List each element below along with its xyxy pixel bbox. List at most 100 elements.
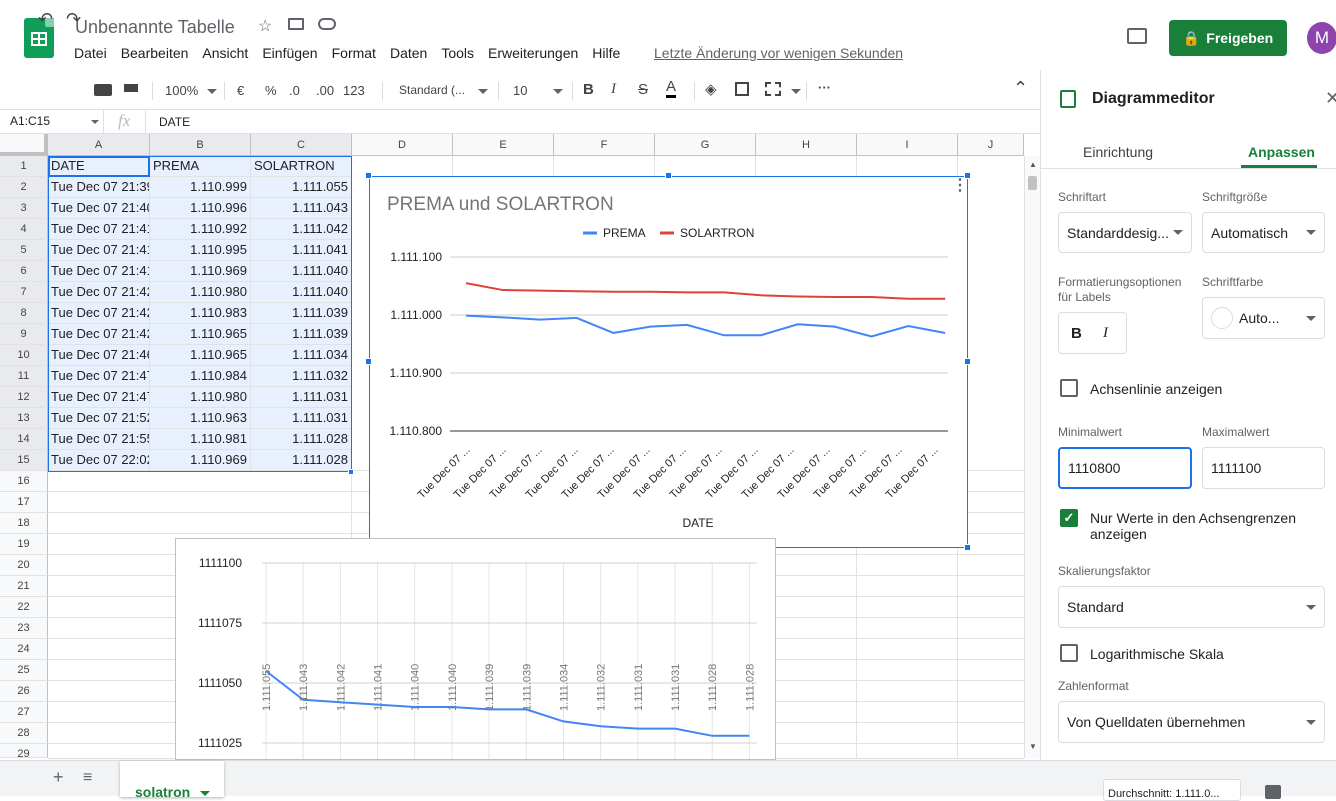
vertical-scroll-thumb[interactable] xyxy=(1028,176,1037,190)
text-color-icon[interactable]: A xyxy=(666,79,677,98)
chart-prema-solartron[interactable]: PREMA und SOLARTRON PREMA SOLARTRON 1.111.1… xyxy=(369,176,968,548)
cell-c5[interactable]: 1.111.041 xyxy=(251,240,352,261)
tab-einrichtung[interactable]: Einrichtung xyxy=(1083,144,1153,160)
cell-b3[interactable]: 1.110.996 xyxy=(150,198,251,219)
explore-icon[interactable] xyxy=(1265,785,1281,799)
cell-c6[interactable]: 1.111.040 xyxy=(251,261,352,282)
bold-icon[interactable]: B xyxy=(583,81,594,98)
column-header-g[interactable]: G xyxy=(655,134,756,156)
row-header-16[interactable]: 16 xyxy=(0,471,48,492)
resize-handle-r[interactable] xyxy=(964,358,971,365)
max-value-input[interactable]: 1111100 xyxy=(1202,447,1325,489)
document-title[interactable]: Unbenannte Tabelle xyxy=(75,17,235,38)
cell-c15[interactable]: 1.111.028 xyxy=(251,450,352,471)
cell-a7[interactable]: Tue Dec 07 21:42 xyxy=(48,282,150,303)
row-header-20[interactable]: 20 xyxy=(0,555,48,576)
sheet-tab-solatron[interactable]: solatron xyxy=(120,761,224,800)
cell-c8[interactable]: 1.111.039 xyxy=(251,303,352,324)
row-header-4[interactable]: 4 xyxy=(0,219,48,240)
row-header-24[interactable]: 24 xyxy=(0,639,48,660)
cell-b10[interactable]: 1.110.965 xyxy=(150,345,251,366)
font-size-select[interactable]: 10 xyxy=(513,83,527,98)
only-bounds-checkbox[interactable]: ✓ xyxy=(1060,509,1078,527)
menu-tools[interactable]: Tools xyxy=(441,45,474,61)
row-header-28[interactable]: 28 xyxy=(0,723,48,744)
italic-icon[interactable]: I xyxy=(611,81,616,98)
collapse-toolbar-icon[interactable]: ⌃ xyxy=(1013,78,1028,99)
row-header-2[interactable]: 2 xyxy=(0,177,48,198)
star-icon[interactable]: ☆ xyxy=(258,16,272,36)
menu-erweiterungen[interactable]: Erweiterungen xyxy=(488,45,578,61)
cell-a5[interactable]: Tue Dec 07 21:41 xyxy=(48,240,150,261)
scroll-up-icon[interactable]: ▲ xyxy=(1029,160,1037,169)
tab-anpassen[interactable]: Anpassen xyxy=(1248,144,1315,160)
vertical-scrollbar[interactable]: ▲ ▼ xyxy=(1024,156,1040,758)
row-header-18[interactable]: 18 xyxy=(0,513,48,534)
cell-a2[interactable]: Tue Dec 07 21:39 xyxy=(48,177,150,198)
row-header-15[interactable]: 15 xyxy=(0,450,48,471)
fill-color-icon[interactable]: ◈ xyxy=(705,80,717,98)
scroll-down-icon[interactable]: ▼ xyxy=(1029,742,1037,751)
column-header-d[interactable]: D xyxy=(352,134,453,156)
cell-c9[interactable]: 1.111.039 xyxy=(251,324,352,345)
redo-icon[interactable]: ↷ xyxy=(66,9,81,30)
row-header-23[interactable]: 23 xyxy=(0,618,48,639)
font-color-dropdown[interactable]: Auto... xyxy=(1202,297,1325,339)
add-sheet-icon[interactable]: + xyxy=(53,767,64,788)
cell-b7[interactable]: 1.110.980 xyxy=(150,282,251,303)
size-dropdown[interactable]: Automatisch xyxy=(1202,212,1325,253)
resize-handle-t[interactable] xyxy=(665,172,672,179)
cell-a14[interactable]: Tue Dec 07 21:55 xyxy=(48,429,150,450)
cell-a15[interactable]: Tue Dec 07 22:02 xyxy=(48,450,150,471)
row-header-3[interactable]: 3 xyxy=(0,198,48,219)
undo-icon[interactable]: ↶ xyxy=(38,9,53,30)
column-header-e[interactable]: E xyxy=(453,134,554,156)
cell-c12[interactable]: 1.111.031 xyxy=(251,387,352,408)
cell-c14[interactable]: 1.111.028 xyxy=(251,429,352,450)
row-header-25[interactable]: 25 xyxy=(0,660,48,681)
comment-history-icon[interactable] xyxy=(1127,28,1147,44)
last-edit-link[interactable]: Letzte Änderung vor wenigen Sekunden xyxy=(654,45,903,61)
cell-a11[interactable]: Tue Dec 07 21:47 xyxy=(48,366,150,387)
row-header-12[interactable]: 12 xyxy=(0,387,48,408)
column-header-b[interactable]: B xyxy=(150,134,251,156)
menu-datei[interactable]: Datei xyxy=(74,45,107,61)
cell-a8[interactable]: Tue Dec 07 21:42 xyxy=(48,303,150,324)
menu-hilfe[interactable]: Hilfe xyxy=(592,45,620,61)
min-value-input[interactable]: 1110800 xyxy=(1058,447,1192,489)
row-header-10[interactable]: 10 xyxy=(0,345,48,366)
italic-label-icon[interactable]: I xyxy=(1103,325,1108,342)
print-icon[interactable] xyxy=(94,84,112,96)
scale-dropdown[interactable]: Standard xyxy=(1058,586,1325,628)
cell-b13[interactable]: 1.110.963 xyxy=(150,408,251,429)
row-header-27[interactable]: 27 xyxy=(0,702,48,723)
log-scale-checkbox[interactable] xyxy=(1060,644,1078,662)
avatar[interactable]: M xyxy=(1307,22,1336,54)
close-icon[interactable]: ✕ xyxy=(1325,88,1336,109)
formula-input[interactable]: DATE xyxy=(159,115,190,129)
cell-b2[interactable]: 1.110.999 xyxy=(150,177,251,198)
row-header-9[interactable]: 9 xyxy=(0,324,48,345)
font-dropdown[interactable]: Standarddesig... xyxy=(1058,212,1192,253)
more-options-icon[interactable]: ··· xyxy=(818,80,831,95)
select-all-corner[interactable] xyxy=(0,134,48,156)
borders-icon[interactable] xyxy=(735,82,749,96)
cell-a6[interactable]: Tue Dec 07 21:41 xyxy=(48,261,150,282)
more-formats-button[interactable]: 123 xyxy=(343,83,365,98)
bold-label-icon[interactable]: B xyxy=(1071,325,1082,342)
name-box[interactable]: A1:C15 xyxy=(0,110,104,134)
cell-b15[interactable]: 1.110.969 xyxy=(150,450,251,471)
cell-c10[interactable]: 1.111.034 xyxy=(251,345,352,366)
resize-handle-l[interactable] xyxy=(365,358,372,365)
cell-a9[interactable]: Tue Dec 07 21:42 xyxy=(48,324,150,345)
row-header-11[interactable]: 11 xyxy=(0,366,48,387)
row-header-19[interactable]: 19 xyxy=(0,534,48,555)
zoom-select[interactable]: 100% xyxy=(165,83,198,98)
cell-c3[interactable]: 1.111.043 xyxy=(251,198,352,219)
row-header-1[interactable]: 1 xyxy=(0,156,48,177)
cell-a10[interactable]: Tue Dec 07 21:46 xyxy=(48,345,150,366)
font-select[interactable]: Standard (... xyxy=(399,83,465,97)
cell-b14[interactable]: 1.110.981 xyxy=(150,429,251,450)
cell-b9[interactable]: 1.110.965 xyxy=(150,324,251,345)
row-header-8[interactable]: 8 xyxy=(0,303,48,324)
